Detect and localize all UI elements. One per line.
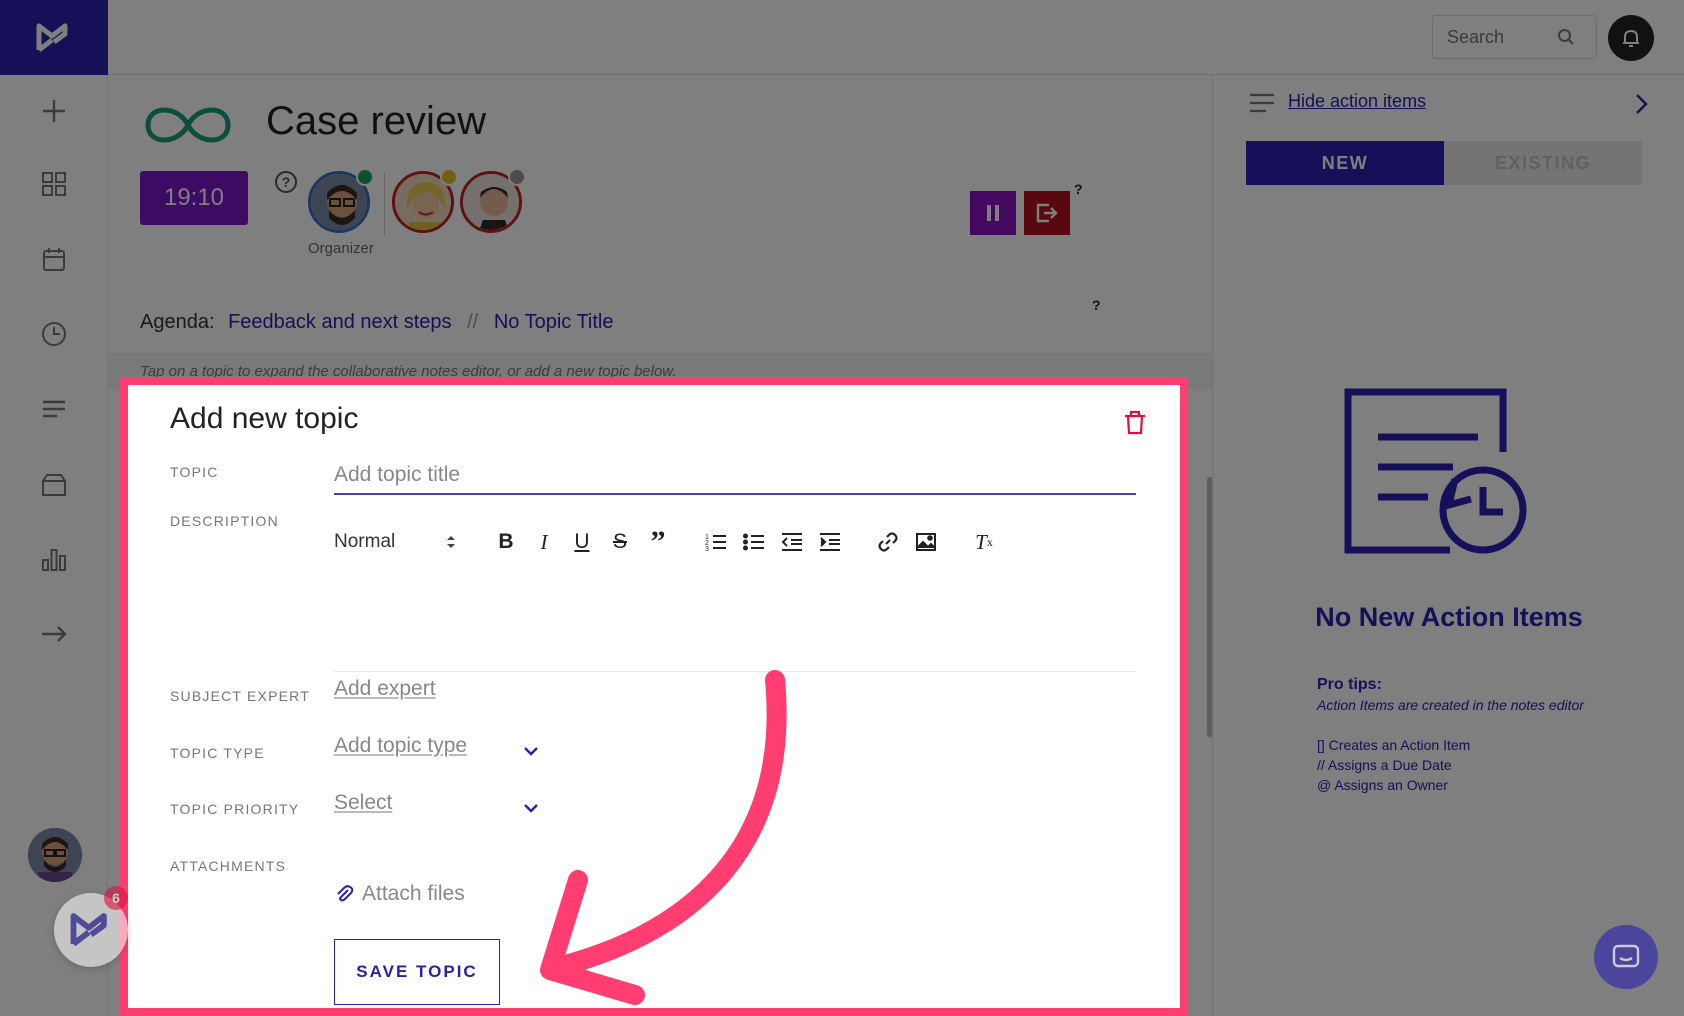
topic-priority-label: TOPIC PRIORITY (170, 801, 300, 817)
attach-files-label: Attach files (362, 882, 465, 905)
meeting-timer[interactable]: 19:10 (140, 171, 248, 225)
pro-tips: Pro tips: Action Items are created in th… (1317, 675, 1584, 795)
agenda-label: Agenda: (140, 311, 215, 333)
pause-button[interactable] (970, 191, 1016, 235)
attachments-label: ATTACHMENTS (170, 858, 287, 874)
analytics-icon[interactable] (34, 539, 74, 579)
tab-new[interactable]: NEW (1246, 141, 1444, 185)
description-label: DESCRIPTION (170, 513, 279, 529)
pro-tip-item: @ Assigns an Owner (1317, 777, 1448, 793)
italic-icon[interactable]: I (532, 530, 556, 554)
trash-icon[interactable] (1120, 407, 1150, 437)
select-arrows-icon (447, 536, 455, 548)
svg-text:3: 3 (705, 546, 709, 552)
strikethrough-icon[interactable]: S (608, 530, 632, 554)
attach-files-button[interactable]: Attach files (334, 882, 465, 906)
sidebar (0, 0, 108, 1016)
subject-expert-field[interactable]: Add expert (334, 677, 436, 701)
end-meeting-button[interactable] (1024, 191, 1070, 235)
indent-icon[interactable] (818, 530, 842, 554)
bullet-list-icon[interactable] (742, 530, 766, 554)
rich-text-toolbar: Normal B I U S ” 123 Tx (334, 525, 1010, 559)
bold-icon[interactable]: B (494, 530, 518, 554)
topic-type-field[interactable]: Add topic type (334, 734, 467, 758)
menu-lines-icon[interactable] (1248, 91, 1276, 115)
dashboard-icon[interactable] (34, 164, 74, 204)
pro-tip-item: [] Creates an Action Item (1317, 737, 1471, 753)
meeting-loop-icon (145, 107, 231, 143)
form-title: Add new topic (170, 402, 359, 435)
clock-icon[interactable] (34, 314, 74, 354)
pro-tip-item: // Assigns a Due Date (1317, 757, 1452, 773)
add-topic-form-focused: Add new topic TOPIC DESCRIPTION Normal B… (128, 385, 1180, 1008)
pause-icon (987, 205, 999, 221)
outdent-icon[interactable] (780, 530, 804, 554)
tab-existing[interactable]: EXISTING (1444, 141, 1642, 185)
brand-logo-icon (36, 23, 68, 52)
empty-state-title: No New Action Items (1315, 602, 1583, 632)
chevron-down-icon[interactable] (522, 742, 540, 760)
ordered-list-icon[interactable]: 123 (704, 530, 728, 554)
hide-action-items-link[interactable]: Hide action items (1288, 91, 1426, 112)
help-icon[interactable]: ? (275, 171, 297, 193)
add-icon[interactable] (34, 91, 74, 131)
underline-icon[interactable]: U (570, 530, 594, 554)
meeting-title: Case review (266, 99, 487, 143)
brand-logo-icon (70, 913, 107, 947)
topic-title-input[interactable] (334, 457, 1136, 495)
notifications-bell-icon[interactable] (1608, 15, 1654, 61)
divider (384, 173, 385, 235)
search-box[interactable] (1432, 15, 1597, 59)
organizer-label: Organizer (308, 240, 374, 257)
topic-type-label: TOPIC TYPE (170, 745, 265, 761)
arrow-right-icon[interactable] (34, 614, 74, 654)
text-format-select[interactable]: Normal (334, 531, 464, 553)
link-icon[interactable] (876, 530, 900, 554)
offline-status-dot (508, 168, 526, 186)
save-topic-button[interactable]: SAVE TOPIC (334, 939, 500, 1005)
blockquote-icon[interactable]: ” (646, 525, 670, 558)
folder-icon[interactable] (34, 464, 74, 504)
agenda-help[interactable]: ? (1092, 297, 1101, 313)
topic-label: TOPIC (170, 464, 219, 480)
away-status-dot (440, 168, 458, 186)
agenda-separator: // (467, 311, 479, 333)
user-avatar[interactable] (28, 828, 82, 882)
chevron-down-icon[interactable] (522, 799, 540, 817)
search-icon[interactable] (1557, 28, 1575, 46)
app-logo[interactable] (0, 0, 108, 75)
agenda-crumb-topic[interactable]: Feedback and next steps (228, 311, 451, 333)
image-icon[interactable] (914, 530, 938, 554)
description-editor[interactable] (334, 572, 1136, 672)
action-items-empty-icon (1344, 388, 1527, 554)
action-items-panel: Hide action items NEW EXISTING No New Ac… (1212, 75, 1684, 1016)
agenda-breadcrumb: Agenda: Feedback and next steps // No To… (140, 311, 614, 334)
notes-list-icon[interactable] (34, 389, 74, 429)
chat-icon (1612, 944, 1640, 968)
agenda-crumb-current[interactable]: No Topic Title (494, 311, 614, 333)
search-input[interactable] (1447, 26, 1557, 48)
clear-format-icon[interactable]: Tx (972, 530, 996, 554)
notification-count-badge: 6 (104, 886, 128, 910)
paperclip-icon (337, 885, 354, 902)
pro-tips-subtitle: Action Items are created in the notes ed… (1317, 697, 1584, 713)
text-format-value: Normal (334, 531, 396, 552)
controls-help[interactable]: ? (1074, 181, 1083, 197)
chat-button[interactable] (1594, 925, 1658, 989)
calendar-icon[interactable] (34, 239, 74, 279)
top-bar (108, 0, 1684, 75)
online-status-dot (356, 168, 374, 186)
chevron-right-icon[interactable] (1633, 93, 1649, 115)
exit-icon (1036, 203, 1058, 223)
topic-priority-field[interactable]: Select (334, 791, 392, 815)
pro-tips-heading: Pro tips: (1317, 676, 1382, 693)
subject-expert-label: SUBJECT EXPERT (170, 688, 310, 704)
highlighted-region: Add new topic TOPIC DESCRIPTION Normal B… (128, 385, 1180, 1008)
